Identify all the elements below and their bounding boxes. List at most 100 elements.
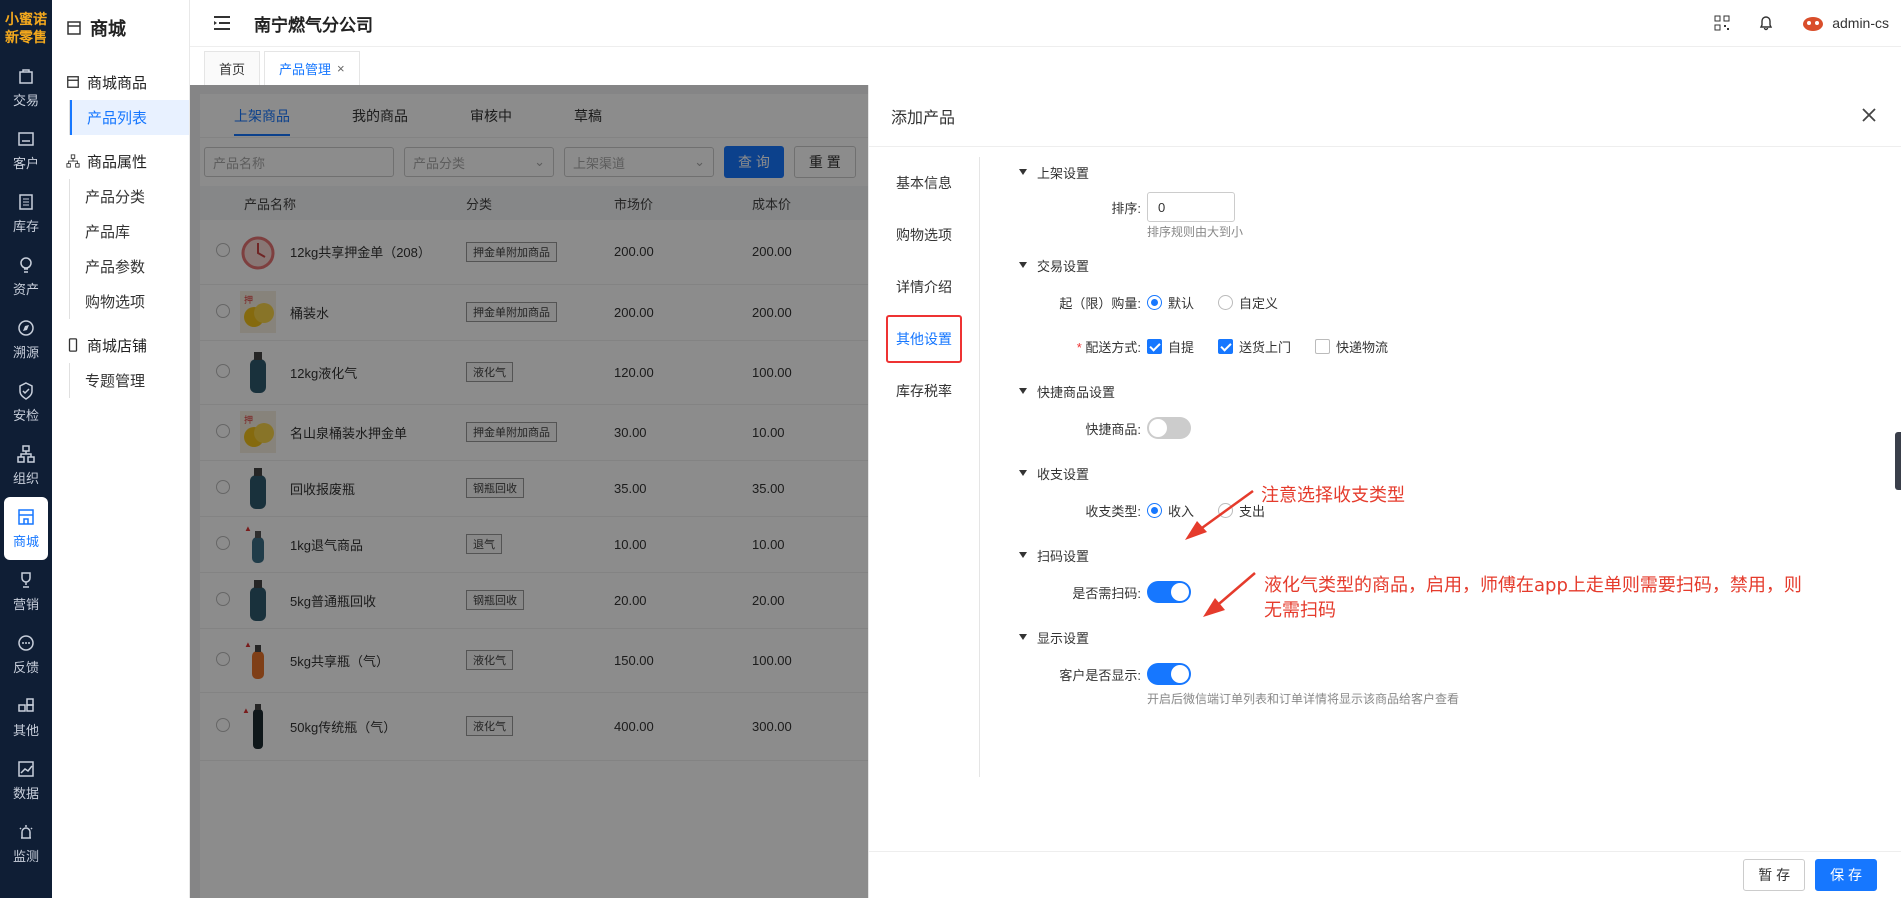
tab-product-management[interactable]: 产品管理 × bbox=[264, 51, 360, 85]
sidebar-item-library[interactable]: 产品库 bbox=[70, 214, 189, 249]
display-hint: 开启后微信端订单列表和订单详情将显示该商品给客户查看 bbox=[1147, 692, 1460, 706]
user-menu[interactable]: admin-cs bbox=[1802, 14, 1889, 32]
rail-item-11[interactable]: 数据 bbox=[0, 749, 52, 812]
section-quick[interactable]: 快捷商品设置 bbox=[1019, 376, 1901, 406]
tab-home[interactable]: 首页 bbox=[204, 51, 261, 85]
limit-custom-radio[interactable]: 自定义 bbox=[1218, 293, 1278, 312]
rail-item-2[interactable]: 库存 bbox=[0, 182, 52, 245]
section-scan[interactable]: 扫码设置 bbox=[1019, 540, 1901, 570]
sidebar-item-category[interactable]: 产品分类 bbox=[70, 179, 189, 214]
sort-hint: 排序规则由大到小 bbox=[1147, 225, 1244, 239]
display-switch[interactable] bbox=[1147, 663, 1191, 685]
caret-down-icon bbox=[1019, 388, 1027, 394]
drawer-nav-details[interactable]: 详情介绍 bbox=[869, 261, 979, 313]
section-finance[interactable]: 收支设置 bbox=[1019, 458, 1901, 488]
add-product-drawer: 添加产品 基本信息 购物选项 详情介绍 其他设置 库存税率 上架设置 排序: 0 … bbox=[868, 85, 1901, 898]
rail-item-10[interactable]: 其他 bbox=[0, 686, 52, 749]
rail-item-0[interactable]: 交易 bbox=[0, 56, 52, 119]
delivery-home-checkbox[interactable]: 送货上门 bbox=[1218, 337, 1291, 356]
sidebar-group-mall-goods[interactable]: 商城商品 bbox=[52, 64, 189, 100]
trophy-icon bbox=[21, 572, 31, 588]
drawer-nav-shopping[interactable]: 购物选项 bbox=[869, 209, 979, 261]
shield-check-icon bbox=[19, 382, 33, 400]
caret-down-icon bbox=[1019, 552, 1027, 558]
hierarchy-icon bbox=[66, 154, 80, 168]
annotation-arrow bbox=[1203, 572, 1256, 617]
rail-label: 资产 bbox=[12, 282, 39, 297]
bag-icon bbox=[19, 69, 33, 84]
drawer-nav-other[interactable]: 其他设置 bbox=[869, 313, 979, 365]
rail-item-8[interactable]: 营销 bbox=[0, 560, 52, 623]
sidebar-item-params[interactable]: 产品参数 bbox=[70, 249, 189, 284]
scan-switch[interactable] bbox=[1147, 581, 1191, 603]
caret-down-icon bbox=[1019, 169, 1027, 175]
icon-rail: 小蜜诺 新零售 交易 客户 库存 资产 溯源 安检 组织 商城 营销 反馈 其他 数据 监测 bbox=[0, 0, 52, 898]
drawer-nav-basic[interactable]: 基本信息 bbox=[869, 157, 979, 209]
checkbox-checked-icon bbox=[1218, 338, 1234, 354]
apps-icon bbox=[18, 698, 34, 712]
rail-item-9[interactable]: 反馈 bbox=[0, 623, 52, 686]
rail-label: 反馈 bbox=[12, 660, 39, 675]
rail-label: 安检 bbox=[12, 408, 39, 423]
radio-checked-icon bbox=[1147, 502, 1162, 518]
drawer-title: 添加产品 bbox=[869, 85, 1901, 147]
drawer-nav-stock-tax[interactable]: 库存税率 bbox=[869, 365, 979, 417]
rail-item-6[interactable]: 组织 bbox=[0, 434, 52, 497]
finance-annotation: 注意选择收支类型 bbox=[1261, 485, 1405, 506]
section-listing[interactable]: 上架设置 bbox=[1019, 157, 1901, 187]
secondary-sidebar: 商城 商城商品 产品列表 商品属性 产品分类 产品库 产品参数 购物选项 商城店… bbox=[52, 0, 190, 898]
draft-button[interactable]: 暂 存 bbox=[1743, 859, 1806, 891]
rail-label: 交易 bbox=[12, 93, 39, 108]
limit-default-radio[interactable]: 默认 bbox=[1147, 293, 1194, 312]
sidebar-group-mall-store[interactable]: 商城店铺 bbox=[52, 327, 189, 363]
rail-item-12[interactable]: 监测 bbox=[0, 812, 52, 875]
save-button[interactable]: 保 存 bbox=[1815, 859, 1877, 891]
close-icon[interactable] bbox=[1859, 105, 1879, 125]
bell-icon[interactable] bbox=[1758, 15, 1774, 31]
rail-label: 数据 bbox=[12, 786, 39, 801]
sidebar-item-shopping-options[interactable]: 购物选项 bbox=[70, 284, 189, 319]
store-icon bbox=[18, 509, 34, 525]
section-trade[interactable]: 交易设置 bbox=[1019, 250, 1901, 280]
sort-input[interactable]: 0 bbox=[1147, 192, 1235, 222]
finance-type-label: 收支类型: bbox=[1085, 503, 1141, 519]
rail-label: 组织 bbox=[12, 471, 39, 486]
delivery-express-checkbox[interactable]: 快递物流 bbox=[1315, 337, 1388, 356]
caret-down-icon bbox=[1019, 470, 1027, 476]
section-display[interactable]: 显示设置 bbox=[1019, 622, 1901, 652]
qrcode-icon[interactable] bbox=[1714, 15, 1730, 31]
scrollbar-handle[interactable] bbox=[1895, 432, 1901, 490]
sidebar-title: 商城 bbox=[52, 0, 189, 56]
sort-label: 排序: bbox=[1111, 200, 1141, 216]
rail-item-5[interactable]: 安检 bbox=[0, 371, 52, 434]
sidebar-item-product-list[interactable]: 产品列表 bbox=[70, 100, 189, 135]
checkbox-checked-icon bbox=[1147, 338, 1162, 354]
top-header: 南宁燃气分公司 admin-cs bbox=[190, 0, 1901, 47]
chart-icon bbox=[18, 761, 34, 777]
caret-down-icon bbox=[1019, 262, 1027, 268]
scan-annotation: 液化气类型的商品，启用，师傅在app上走单则需要扫码，禁用，则 无需扫码 bbox=[1264, 575, 1802, 621]
logo-line2: 新零售 bbox=[5, 29, 47, 45]
sidebar-group-product-attributes[interactable]: 商品属性 bbox=[52, 143, 189, 179]
display-label: 客户是否显示: bbox=[1059, 667, 1141, 683]
sidebar-item-topics[interactable]: 专题管理 bbox=[70, 363, 189, 398]
rail-item-1[interactable]: 客户 bbox=[0, 119, 52, 182]
modal-mask[interactable] bbox=[190, 85, 868, 898]
drawer-footer: 暂 存 保 存 bbox=[869, 851, 1901, 898]
radio-icon bbox=[1218, 294, 1234, 310]
quick-label: 快捷商品: bbox=[1085, 421, 1141, 437]
rail-item-7[interactable]: 商城 bbox=[4, 497, 48, 560]
username: admin-cs bbox=[1832, 15, 1889, 31]
delivery-pickup-checkbox[interactable]: 自提 bbox=[1147, 337, 1194, 356]
rail-item-4[interactable]: 溯源 bbox=[0, 308, 52, 371]
rail-item-3[interactable]: 资产 bbox=[0, 245, 52, 308]
rail-label: 监测 bbox=[12, 849, 39, 864]
rail-label: 其他 bbox=[12, 723, 39, 738]
rail-label: 营销 bbox=[12, 597, 39, 612]
quick-switch[interactable] bbox=[1147, 417, 1191, 439]
alarm-icon bbox=[19, 825, 33, 839]
radio-checked-icon bbox=[1147, 294, 1162, 310]
purchase-limit-label: 起（限）购量: bbox=[1059, 295, 1141, 311]
menu-fold-icon[interactable] bbox=[210, 11, 234, 35]
close-icon[interactable]: × bbox=[337, 61, 345, 76]
